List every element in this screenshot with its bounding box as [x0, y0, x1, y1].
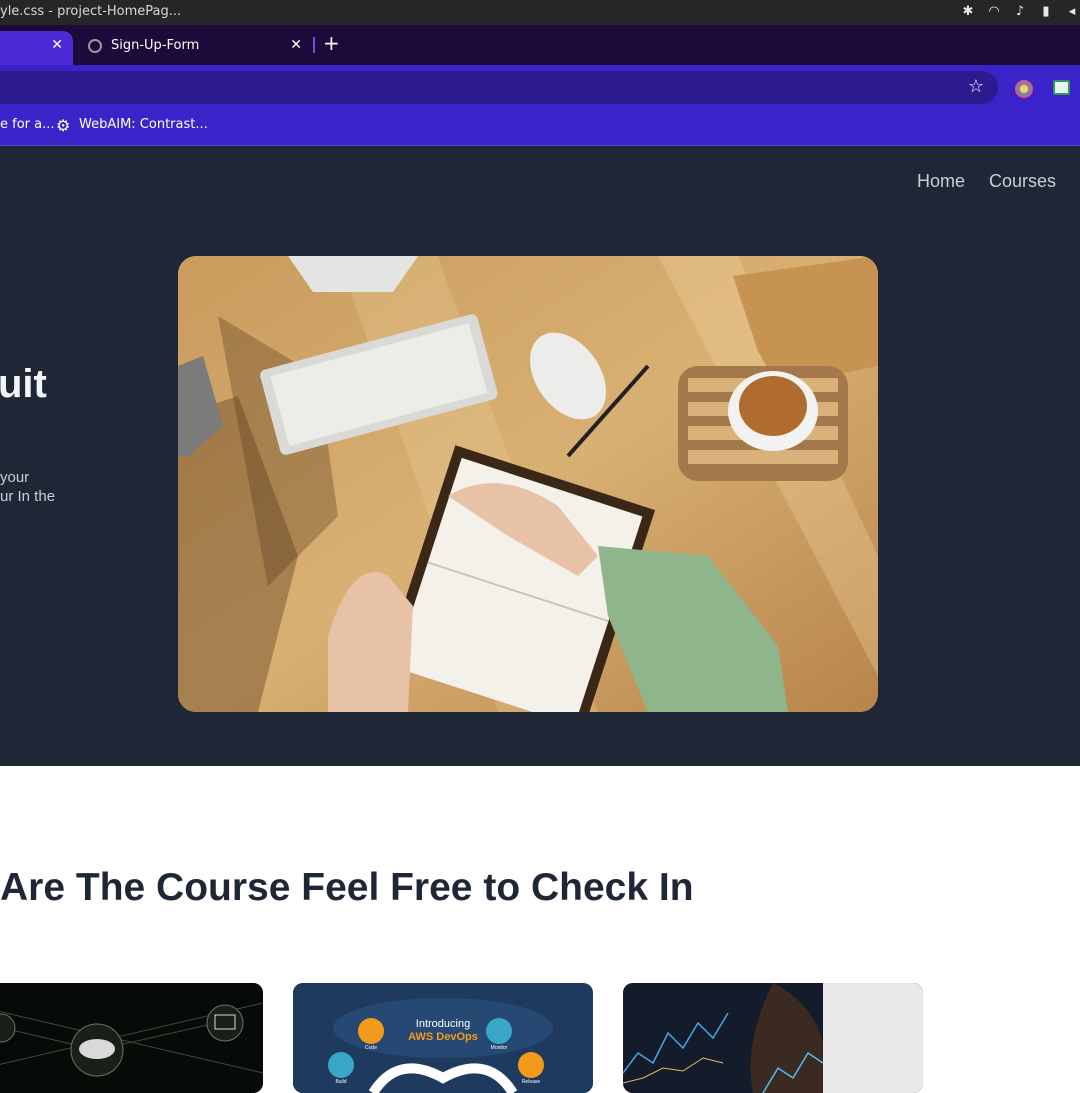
course-card[interactable] [623, 983, 923, 1093]
aws-devops-image: Introducing AWS DevOps Code Monitor Buil… [293, 983, 593, 1093]
browser-tab-strip: ✕ Sign-Up-Form ✕ + [0, 25, 1080, 65]
course-card-aws-devops[interactable]: Introducing AWS DevOps Code Monitor Buil… [293, 983, 593, 1093]
tab-sign-up-form[interactable]: Sign-Up-Form ✕ [80, 31, 312, 65]
hero-description: your ur In the [0, 468, 55, 506]
nav-home-link[interactable]: Home [917, 171, 965, 192]
notification-bell-icon[interactable]: ♪ [1012, 4, 1028, 20]
tab-active[interactable]: ✕ [0, 31, 73, 65]
main-nav: Home Courses [917, 171, 1056, 192]
hero-text-line: ur In the [0, 488, 56, 505]
stock-chart-image [623, 983, 923, 1093]
cloud-network-image [0, 983, 263, 1093]
extension-mail-icon[interactable] [1053, 80, 1070, 95]
globe-icon [88, 39, 102, 53]
system-tray: ✱ ◠ ♪ ▮ ◂ [960, 4, 1080, 20]
bluetooth-icon[interactable]: ✱ [960, 4, 976, 20]
system-top-bar: yle.css - project-HomePag... ✱ ◠ ♪ ▮ ◂ [0, 0, 1080, 25]
window-title: yle.css - project-HomePag... [0, 4, 182, 19]
gear-icon: ⚙ [56, 116, 71, 135]
bookmark-item-webaim[interactable]: ⚙ WebAIM: Contrast... [56, 117, 208, 134]
card-title-line2: AWS DevOps [408, 1031, 478, 1043]
hero-heading: uit [0, 362, 47, 406]
wifi-icon[interactable]: ◠ [986, 4, 1002, 20]
tab-label: Sign-Up-Form [111, 38, 200, 53]
hero-text-line: your [0, 469, 30, 486]
section-title: Are The Course Feel Free to Check In [0, 866, 694, 909]
card-title-line1: Introducing [416, 1018, 470, 1030]
battery-icon[interactable]: ▮ [1038, 4, 1054, 20]
hero-section: Home Courses uit your ur In the [0, 146, 1080, 766]
desk-photo-illustration [178, 256, 878, 712]
address-bar[interactable]: ☆ [0, 71, 998, 104]
course-card[interactable] [0, 983, 263, 1093]
extension-color-picker-icon[interactable] [1015, 80, 1033, 98]
tab-close-icon[interactable]: ✕ [51, 37, 63, 53]
card-icon-label: Monitor [491, 1045, 508, 1051]
address-bar-row: ☆ [0, 65, 1080, 109]
nav-courses-link[interactable]: Courses [989, 171, 1056, 192]
new-tab-button[interactable]: + [323, 31, 340, 55]
tab-close-icon[interactable]: ✕ [290, 37, 302, 53]
power-icon[interactable]: ◂ [1064, 4, 1080, 20]
card-icon-label: Code [365, 1045, 377, 1051]
bookmark-star-icon[interactable]: ☆ [968, 76, 984, 97]
bookmark-label: WebAIM: Contrast... [79, 117, 208, 132]
bookmark-item[interactable]: e for a... [0, 117, 55, 132]
hero-desk-image [178, 256, 878, 712]
tab-separator [313, 37, 315, 53]
bookmarks-bar: e for a... ⚙ WebAIM: Contrast... [0, 109, 1080, 146]
